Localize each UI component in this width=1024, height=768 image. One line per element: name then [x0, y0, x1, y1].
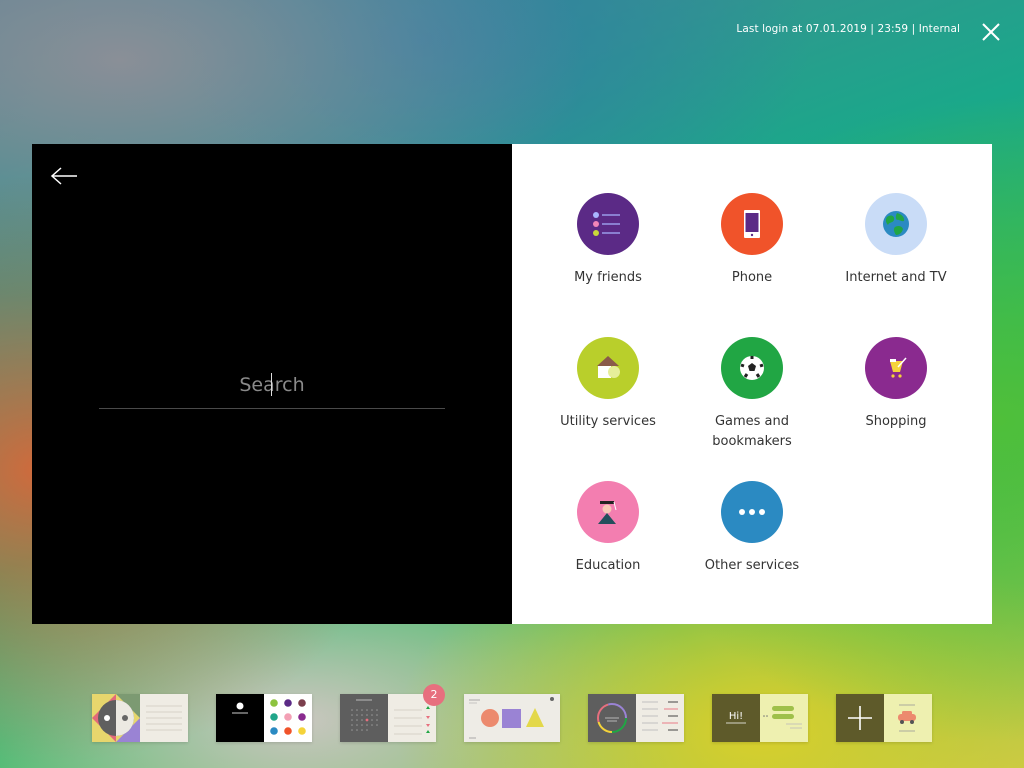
service-label: Games and bookmakers: [712, 414, 792, 449]
more-dots-icon: [721, 481, 783, 543]
service-label: Shopping: [865, 414, 927, 429]
phone-icon: [721, 193, 783, 255]
text-cursor: [271, 373, 272, 396]
close-button[interactable]: [980, 21, 1002, 43]
add-app-thumbnail[interactable]: [836, 694, 932, 742]
house-icon: [577, 337, 639, 399]
arrow-left-icon: [50, 167, 77, 185]
search-field-container: [99, 370, 445, 409]
globe-icon: [865, 193, 927, 255]
back-button[interactable]: [50, 166, 80, 186]
service-other-services[interactable]: Other services: [687, 481, 817, 601]
service-games-bookmakers[interactable]: Games and bookmakers: [687, 337, 817, 457]
service-my-friends[interactable]: My friends: [543, 193, 673, 313]
close-icon: [982, 23, 1000, 41]
service-label: Internet and TV: [845, 270, 947, 285]
calendar-app-thumbnail[interactable]: [340, 694, 436, 742]
notification-badge: 2: [423, 684, 445, 706]
graduate-icon: [577, 481, 639, 543]
service-label: My friends: [574, 270, 642, 285]
service-education[interactable]: Education: [543, 481, 673, 601]
shapes-app-thumbnail[interactable]: [464, 694, 560, 742]
service-utility-services[interactable]: Utility services: [543, 337, 673, 457]
soccer-ball-icon: [721, 337, 783, 399]
service-label: Education: [575, 558, 641, 573]
service-label: Other services: [704, 558, 800, 573]
app-dock: 2 Hi!: [0, 684, 1024, 746]
shopping-cart-icon: [865, 337, 927, 399]
chat-greeting-text: Hi!: [729, 711, 743, 722]
service-label: Phone: [731, 270, 773, 285]
profile-app-thumbnail[interactable]: [92, 694, 188, 742]
friends-list-icon: [577, 193, 639, 255]
last-login-info: Last login at 07.01.2019 | 23:59 | Inter…: [736, 23, 960, 35]
main-panel: My friends Phone Internet: [32, 144, 992, 624]
search-input[interactable]: [99, 370, 445, 400]
service-shopping[interactable]: Shopping: [831, 337, 961, 457]
service-internet-tv[interactable]: Internet and TV: [831, 193, 961, 313]
chat-app-thumbnail[interactable]: Hi!: [712, 694, 808, 742]
services-grid: My friends Phone Internet and TV Utility…: [512, 144, 992, 624]
service-phone[interactable]: Phone: [687, 193, 817, 313]
service-label: Utility services: [560, 414, 656, 429]
top-bar: Last login at 07.01.2019 | 23:59 | Inter…: [0, 0, 1024, 60]
dial-app-thumbnail[interactable]: [588, 694, 684, 742]
contacts-app-thumbnail[interactable]: [216, 694, 312, 742]
search-pane: [32, 144, 512, 624]
